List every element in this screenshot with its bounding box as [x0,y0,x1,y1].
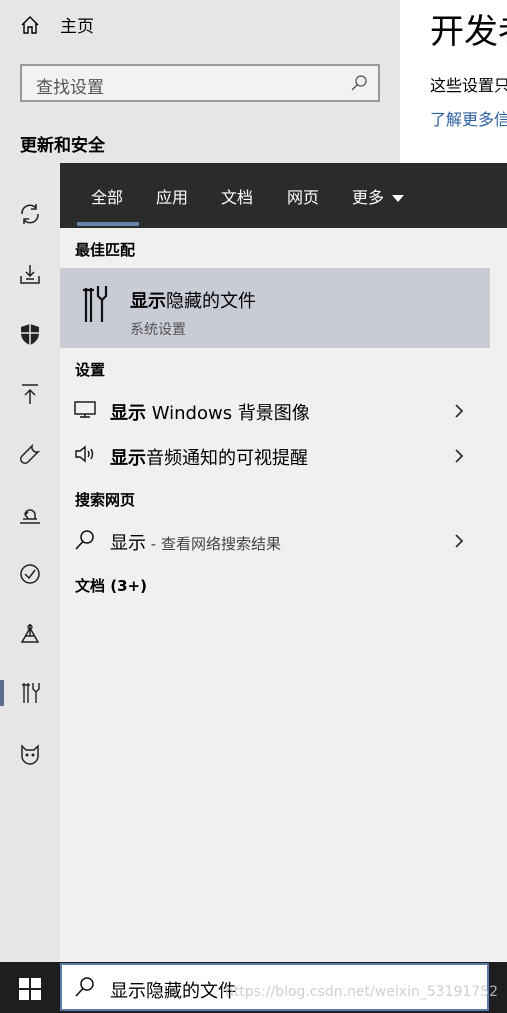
sync-icon[interactable] [18,202,42,226]
best-match-title: 显示隐藏的文件 [130,291,256,312]
page-title: 开发者 [430,12,507,52]
page-description: 这些设置只 [430,76,507,95]
result-label: 显示音频通知的可视提醒 [110,448,308,469]
developer-tools-icon[interactable] [18,681,42,705]
home-label: 主页 [60,17,94,37]
documents-heading[interactable]: 文档 (3+) [75,575,147,596]
result-label: 显示 - 查看网络搜索结果 [110,533,281,554]
search-icon [75,530,94,550]
learn-more-link[interactable]: 了解更多信 [430,106,507,130]
search-web-heading: 搜索网页 [75,491,136,509]
tab-web[interactable]: 网页 [287,184,319,208]
tab-documents[interactable]: 文档 [221,184,253,208]
best-match-result[interactable]: 显示隐藏的文件 系统设置 [60,268,490,348]
recovery-icon[interactable] [18,502,42,526]
chevron-right-icon [455,449,464,463]
start-search-panel: 全部 应用 文档 网页 更多 最佳匹配 显示隐藏的文件 系统设置 设置 显示 W… [60,163,507,962]
settings-search-placeholder: 查找设置 [36,78,104,98]
section-title: 更新和安全 [20,136,105,156]
delivery-icon[interactable] [18,262,42,286]
speaker-icon [75,445,94,463]
upload-icon[interactable] [18,382,42,406]
check-circle-icon[interactable] [18,562,42,586]
monitor-icon [74,401,96,418]
result-label: 显示 Windows 背景图像 [110,403,310,424]
home-icon [21,15,39,34]
settings-result-background[interactable]: 显示 Windows 背景图像 [60,391,490,431]
search-icon [351,75,367,91]
find-device-icon[interactable] [18,622,42,646]
watermark-text: https://blog.csdn.net/weixin_53191752 [225,984,499,1000]
tab-more-label: 更多 [352,188,385,207]
developer-tools-icon [83,286,108,322]
tab-more[interactable]: 更多 [352,184,405,208]
search-icon [75,977,94,997]
shield-icon[interactable] [18,322,42,346]
search-filter-tabs: 全部 应用 文档 网页 更多 [60,163,507,228]
chevron-down-icon [392,195,405,202]
web-search-result[interactable]: 显示 - 查看网络搜索结果 [60,521,490,561]
tab-apps[interactable]: 应用 [156,184,188,208]
settings-result-audio[interactable]: 显示音频通知的可视提醒 [60,436,490,476]
settings-search-input[interactable]: 查找设置 [20,64,380,102]
chevron-right-icon [455,404,464,418]
settings-heading: 设置 [75,361,106,379]
chevron-right-icon [455,534,464,548]
tab-all[interactable]: 全部 [91,184,123,208]
insider-icon[interactable] [18,742,42,766]
wrench-icon[interactable] [18,442,42,466]
best-match-heading: 最佳匹配 [75,241,136,259]
taskbar-search-text: 显示隐藏的文件 [110,981,236,1002]
best-match-subtitle: 系统设置 [130,322,186,338]
active-indicator [0,680,4,706]
home-nav-item[interactable]: 主页 [20,12,94,37]
tab-all-underline [77,222,139,226]
windows-start-icon[interactable] [19,978,41,1000]
